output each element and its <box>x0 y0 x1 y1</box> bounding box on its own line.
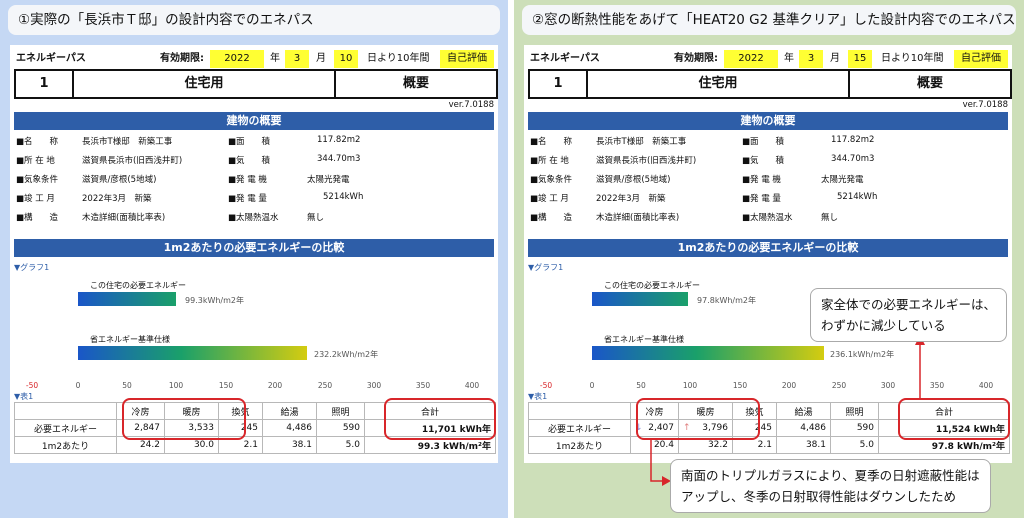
info-key: ■気 積 <box>228 156 271 166</box>
day-field: 10 <box>334 50 358 68</box>
highlight-circle-cooling-heating <box>122 398 246 440</box>
highlight-circle-total <box>384 398 496 440</box>
bar1-value: 99.3kWh/m2年 <box>185 296 245 305</box>
left-panel: ①実際の「長浜市Ｔ邸」の設計内容でのエネパス エネルギーパス 有効期限: 202… <box>0 0 508 518</box>
usage-label: 住宅用 <box>184 76 224 91</box>
callout-line: 南面のトリプルガラスにより、夏季の日射遮蔽性能は <box>681 468 980 483</box>
axis-tick: 250 <box>317 381 333 390</box>
bar1-label: この住宅の必要エネルギー <box>90 281 186 290</box>
axis-tick: 50 <box>122 381 132 390</box>
info-value: 長浜市T様邸 新築工事 <box>82 137 173 147</box>
axis-tick: 150 <box>218 381 234 390</box>
row-label: 1m2あたり <box>14 436 117 454</box>
axis-tick: -50 <box>25 381 39 390</box>
axis-tick: 400 <box>464 381 480 390</box>
table-header-cell <box>14 402 117 420</box>
bar2-value: 232.2kWh/m2年 <box>314 350 379 359</box>
title-row: 1 住宅用 概要 <box>14 69 498 99</box>
info-key: ■発 電 量 <box>228 194 267 204</box>
table-cell: 4,486 <box>262 419 317 437</box>
day-suffix: 日より10年間 <box>367 53 430 64</box>
info-value: 滋賀県/彦根(5地域) <box>82 175 157 185</box>
standard-energy-bar <box>78 346 307 360</box>
info-value: 117.82m2 <box>317 135 361 145</box>
overview-section-title: 建物の概要 <box>14 112 494 130</box>
row-number: 1 <box>39 76 49 91</box>
self-eval-badge: 自己評価 <box>440 50 494 68</box>
arrow-line-right <box>650 440 664 482</box>
table-cell: 38.1 <box>262 436 317 454</box>
info-key: ■気象条件 <box>16 175 59 185</box>
bar2-label: 省エネルギー基準仕様 <box>90 335 170 344</box>
info-value: 無し <box>307 213 325 223</box>
left-headline: ①実際の「長浜市Ｔ邸」の設計内容でのエネパス <box>8 5 500 35</box>
axis-tick: 100 <box>168 381 184 390</box>
callout-line: アップし、冬季の日射取得性能はダウンしたため <box>681 489 957 504</box>
info-value: 344.70m3 <box>317 154 361 164</box>
header-bar: エネルギーパス 有効期限: 2022 年 3 月 10 日より10年間 自己評価 <box>10 50 498 68</box>
info-key: ■所 在 地 <box>16 156 55 166</box>
month-unit: 月 <box>316 53 326 64</box>
table-cell: 590 <box>316 419 365 437</box>
year-field: 2022 <box>210 50 264 68</box>
info-value: 滋賀県長浜市(旧西浅井町) <box>82 156 183 166</box>
info-key: ■発 電 機 <box>228 175 267 185</box>
annotation-arrows <box>650 335 925 486</box>
graph-label: ▼グラフ1 <box>14 263 50 272</box>
info-value: 木造詳細(面積比率表) <box>82 213 166 223</box>
this-house-energy-bar <box>78 292 176 306</box>
table-header-cell: 照明 <box>316 402 365 420</box>
info-value: 2022年3月 新築 <box>82 194 152 204</box>
axis-tick: 200 <box>267 381 283 390</box>
energy-pass-title: エネルギーパス <box>16 53 86 64</box>
callout-total-reduced: 家全体での必要エネルギーは、 わずかに減少している <box>810 288 1008 342</box>
info-key: ■太陽熱温水 <box>228 213 279 223</box>
valid-label: 有効期限: <box>160 53 204 64</box>
callout-line: 家全体での必要エネルギーは、 <box>821 297 997 312</box>
axis-tick: 300 <box>366 381 382 390</box>
compare-section-title: 1m2あたりの必要エネルギーの比較 <box>14 239 494 257</box>
table-header-cell: 給湯 <box>262 402 317 420</box>
info-key: ■構 造 <box>16 213 59 223</box>
table-label: ▼表1 <box>14 392 34 401</box>
version-label: ver.7.0188 <box>448 100 494 110</box>
callout-triple-glass: 南面のトリプルガラスにより、夏季の日射遮蔽性能は アップし、冬季の日射取得性能は… <box>670 459 991 513</box>
row-label: 必要エネルギー <box>14 419 117 437</box>
graph-axis: -50 0 50 100 150 200 250 300 350 400 <box>10 381 498 393</box>
month-field: 3 <box>285 50 309 68</box>
info-value: 5214kWh <box>323 192 364 202</box>
axis-tick: 0 <box>75 381 81 390</box>
info-key: ■面 積 <box>228 137 271 147</box>
info-key: ■竣 工 月 <box>16 194 55 204</box>
summary-label: 概要 <box>402 76 429 91</box>
info-key: ■名 称 <box>16 137 59 147</box>
info-value: 太陽光発電 <box>307 175 350 185</box>
table-cell: 5.0 <box>316 436 365 454</box>
callout-line: わずかに減少している <box>821 318 946 333</box>
left-energy-pass-sheet: エネルギーパス 有効期限: 2022 年 3 月 10 日より10年間 自己評価… <box>10 45 498 463</box>
axis-tick: 350 <box>415 381 431 390</box>
year-unit: 年 <box>270 53 280 64</box>
right-panel: ②窓の断熱性能をあげて「HEAT20 G2 基準クリア」した設計内容でのエネパス… <box>514 0 1024 518</box>
